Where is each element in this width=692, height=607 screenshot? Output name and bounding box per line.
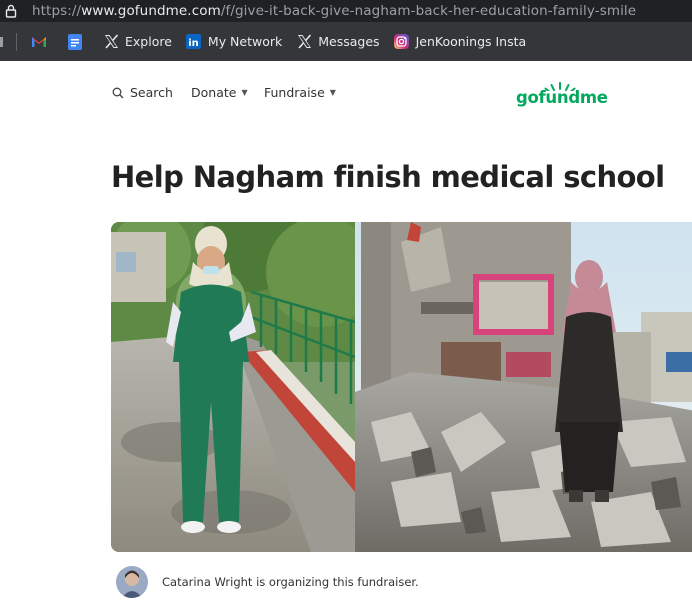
bookmark-my-network[interactable]: in My Network	[180, 28, 290, 56]
search-label: Search	[130, 85, 173, 100]
gofundme-logo[interactable]: gofundme	[516, 81, 608, 111]
bookmark-messages[interactable]: Messages	[290, 28, 387, 56]
bookmark-label: Explore	[125, 34, 172, 49]
campaign-hero-image[interactable]	[111, 222, 692, 552]
gmail-icon	[31, 34, 47, 50]
chevron-down-icon: ▼	[329, 88, 336, 97]
bookmark-label: Messages	[318, 34, 380, 49]
search-icon	[112, 87, 124, 99]
x-logo-icon	[103, 34, 119, 50]
donate-menu[interactable]: Donate ▼	[191, 85, 248, 100]
bookmark-overflow-icon[interactable]	[0, 34, 6, 50]
google-docs-icon	[67, 33, 83, 50]
svg-text:in: in	[189, 38, 200, 49]
instagram-icon	[394, 34, 410, 50]
organizer-avatar[interactable]	[116, 566, 148, 598]
bookmark-label: JenKoonings Insta	[415, 34, 527, 49]
bookmarks-bar: Explore in My Network Messages JenKoonin…	[0, 22, 692, 61]
donate-label: Donate	[191, 85, 237, 100]
organizer-text: Catarina Wright is organizing this fundr…	[162, 575, 419, 589]
logo-wordmark: gofundme	[516, 88, 608, 107]
bookmark-label: My Network	[207, 34, 283, 49]
chevron-down-icon: ▼	[241, 88, 248, 97]
bookmark-google-docs[interactable]	[61, 28, 97, 56]
bookmark-explore[interactable]: Explore	[97, 28, 180, 56]
student-photo	[111, 222, 376, 552]
site-header: Search Donate ▼ Fundraise ▼ gofundme	[0, 61, 692, 127]
fundraise-menu[interactable]: Fundraise ▼	[264, 85, 336, 100]
destroyed-home-photo	[355, 222, 692, 552]
browser-address-bar[interactable]: https://www.gofundme.com/f/give-it-back-…	[0, 0, 692, 22]
bookmarks-divider	[16, 32, 17, 51]
linkedin-icon: in	[186, 34, 202, 50]
x-logo-icon	[296, 34, 312, 50]
organizer-info: Catarina Wright is organizing this fundr…	[116, 566, 419, 598]
search-link[interactable]: Search	[112, 85, 173, 100]
bookmark-gmail[interactable]	[25, 28, 61, 56]
url-text: https://www.gofundme.com/f/give-it-back-…	[32, 3, 637, 19]
lock-icon	[0, 0, 22, 22]
bookmark-jenkoonings-insta[interactable]: JenKoonings Insta	[388, 28, 535, 56]
page-title: Help Nagham finish medical school	[111, 160, 665, 194]
fundraise-label: Fundraise	[264, 85, 325, 100]
